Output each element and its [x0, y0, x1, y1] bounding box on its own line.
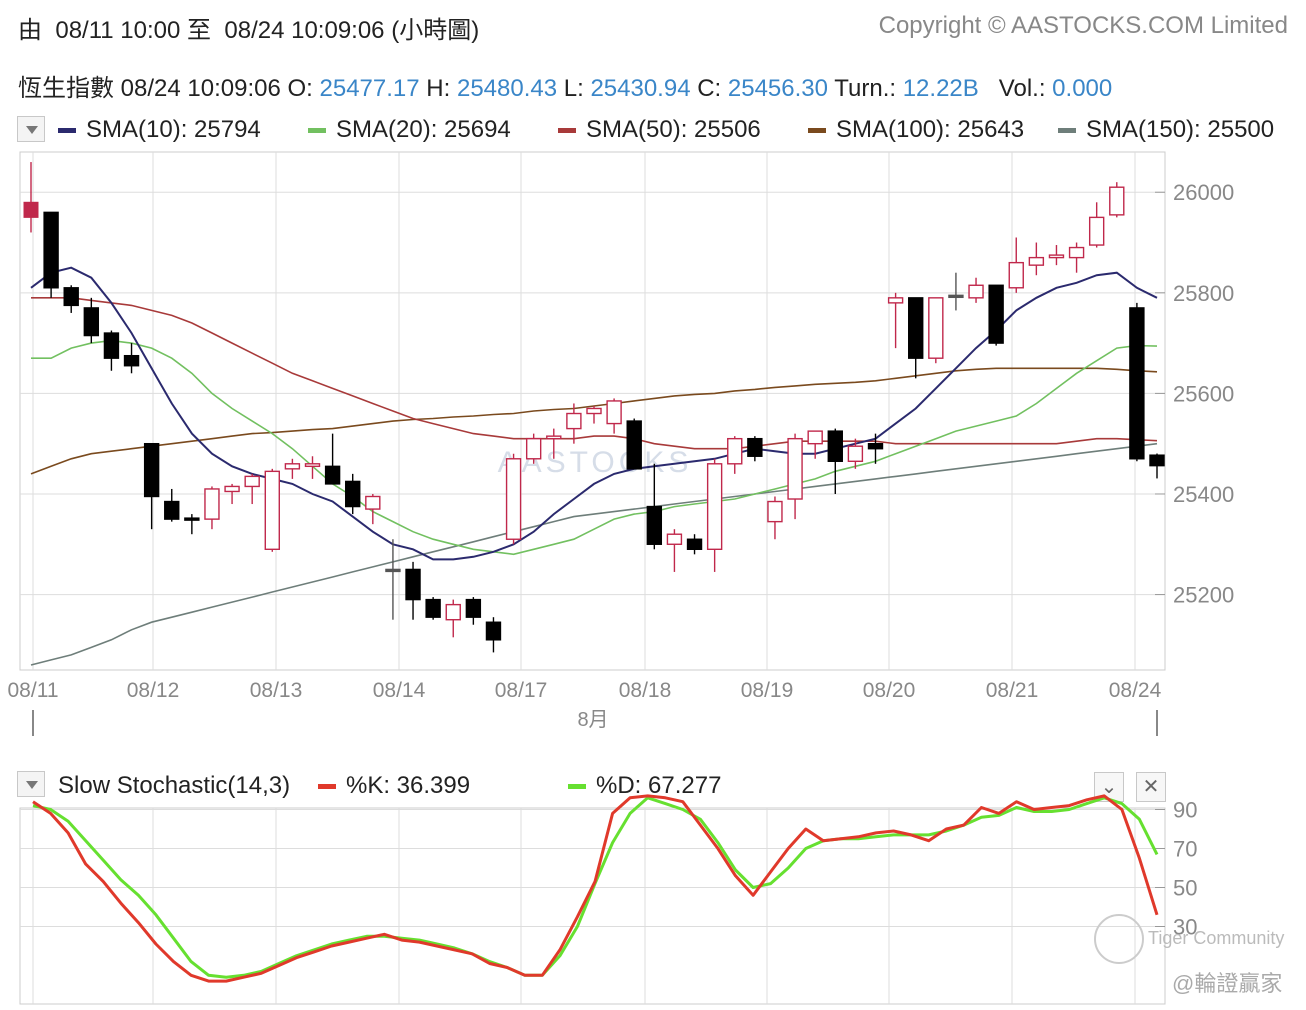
candle-body [23, 201, 39, 218]
candle-body [204, 488, 220, 520]
candle-body [1088, 216, 1105, 246]
candle-body [284, 463, 301, 470]
candle-body [747, 437, 763, 457]
candle-body [123, 354, 140, 367]
candle-body [405, 568, 421, 601]
x-tick-label: 08/20 [863, 679, 916, 702]
candle-body [1068, 246, 1085, 259]
candle-body [727, 437, 743, 465]
candle-body [1028, 256, 1045, 266]
candle-body [847, 445, 864, 462]
candle-body [63, 287, 79, 307]
x-tick-label: 08/17 [495, 679, 548, 702]
x-tick-label: 08/18 [619, 679, 672, 702]
candle-body [445, 603, 461, 621]
candle-body [827, 430, 843, 462]
candle-body [345, 480, 361, 508]
candle-body [1129, 307, 1145, 460]
x-month-label: 8月 [577, 709, 608, 731]
y-tick-label: 50 [1173, 876, 1197, 901]
candle-body [686, 538, 703, 551]
watermark-community: Tiger Community [1148, 928, 1285, 948]
candle-body [1008, 261, 1024, 289]
candle-body [143, 442, 160, 498]
candle-body [164, 500, 180, 520]
candle-body [767, 500, 783, 523]
x-tick-label: 08/13 [250, 679, 303, 702]
candle-body [908, 297, 924, 359]
candle-body [425, 598, 441, 618]
candle-body [807, 430, 823, 445]
candle-body [948, 294, 964, 299]
candle-body [606, 400, 622, 425]
x-tick-label: 08/21 [986, 679, 1039, 702]
candle-body [626, 420, 642, 470]
candle-body [43, 211, 59, 289]
candle-body [184, 517, 200, 521]
y-tick-label: 26000 [1173, 180, 1234, 205]
candle-body [244, 475, 260, 488]
tiger-logo-icon [1094, 914, 1144, 964]
candle-body [103, 332, 120, 359]
candle-body [505, 458, 522, 540]
y-tick-label: 70 [1173, 837, 1197, 862]
candle-body [83, 307, 100, 337]
candle-body [264, 470, 280, 551]
candle-body [887, 297, 904, 304]
x-tick-label: 08/14 [373, 679, 426, 702]
x-tick-label: 08/12 [127, 679, 180, 702]
candle-body [385, 568, 401, 573]
candle-body [787, 437, 803, 500]
candle-body [968, 284, 984, 299]
candle-body [304, 463, 321, 468]
x-tick-label: 08/19 [741, 679, 794, 702]
x-tick-label: 08/24 [1109, 679, 1162, 702]
candle-body [485, 621, 502, 641]
x-tick-label: 08/11 [8, 679, 59, 702]
candle-body [666, 533, 683, 545]
candle-body [566, 412, 582, 430]
candle-body [646, 505, 663, 545]
candle-body [224, 485, 240, 493]
candle-body [706, 463, 723, 551]
y-tick-label: 25800 [1173, 281, 1234, 306]
candle-body [928, 297, 944, 359]
candle-body [465, 598, 482, 618]
candle-body [1048, 254, 1065, 259]
y-tick-label: 25400 [1173, 482, 1234, 507]
candle-body [586, 407, 602, 415]
candle-body [365, 495, 381, 510]
chart-canvas: 26000 25800 25600 25400 25200 08/11 08/12 08/13… [8, 151, 1234, 1005]
watermark-handle: @輪證贏家 [1172, 971, 1283, 996]
candle-body [988, 284, 1004, 344]
y-tick-label: 25200 [1173, 583, 1234, 608]
candle-body [1109, 186, 1125, 216]
candle-body [525, 437, 542, 460]
candle-body [546, 435, 562, 440]
candle-body [867, 442, 884, 450]
y-tick-label: 25600 [1173, 381, 1234, 406]
y-tick-label: 90 [1173, 798, 1197, 823]
candle-body [1149, 454, 1165, 467]
candle-body [324, 465, 341, 485]
